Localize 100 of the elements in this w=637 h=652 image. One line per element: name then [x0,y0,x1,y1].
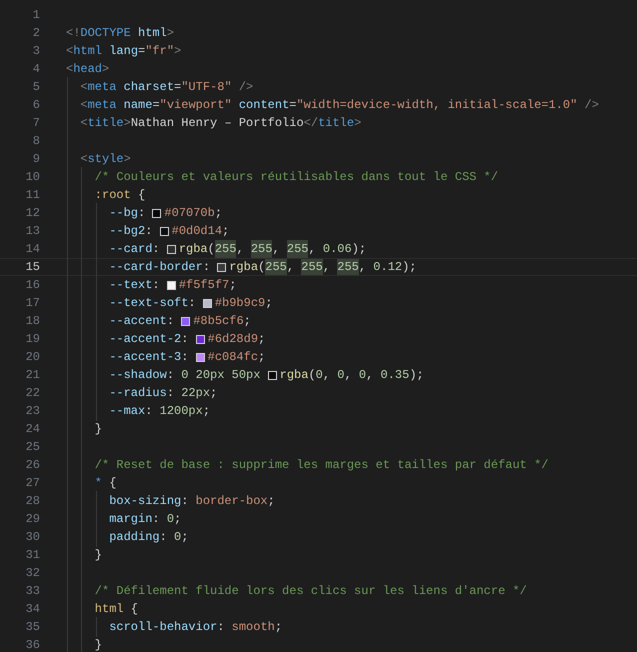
code-punctuation: /> [238,79,254,96]
code-keyword: DOCTYPE [80,25,131,42]
line-number: 18 [24,313,40,330]
code-punctuation: < [79,79,88,96]
code-number: 22px [181,385,210,402]
code-keyword: title [88,115,124,132]
code-number: 255 [301,259,323,275]
code-number: 255 [265,259,287,275]
code-text: : [145,403,154,420]
code-function: rgba [280,367,308,384]
code-property: --bg [108,205,138,222]
code-property: margin [108,511,152,528]
code-text: ( [258,259,266,275]
code-property: padding [108,529,160,546]
line-number: 7 [32,115,40,132]
line-number: 28 [24,493,40,510]
code-text: ( [308,367,316,384]
line-number: 6 [32,97,40,114]
code-text: } [94,547,102,564]
code-text: ; [210,385,218,402]
code-property: --text-soft [108,295,188,312]
code-number: 0.35 [380,367,410,384]
code-text: : [160,529,168,546]
code-property: --radius [108,385,167,402]
line-number: 15 [24,259,40,275]
code-number: 255 [214,240,236,258]
code-attribute: charset [122,79,174,96]
code-number: 255 [250,240,272,258]
code-string: #0d0d14 [172,223,222,240]
code-text: ; [222,223,230,240]
code-text: ; [244,313,251,330]
code-number: 0 20px 50px [181,367,262,384]
line-number: 13 [24,223,40,240]
code-text: : [138,205,146,222]
code-text: , [366,367,374,384]
code-number: 0 [337,367,344,384]
code-string: #8b5cf6 [193,313,244,330]
code-string: "viewport" [160,97,232,114]
code-text: , [308,241,317,258]
code-text: Nathan Henry – Portfolio [130,115,304,132]
line-number: 3 [32,43,40,60]
code-string: #f5f5f7 [178,277,230,294]
code-number: 0 [316,367,323,384]
code-attribute: lang [108,43,138,60]
code-text: , [358,259,368,275]
color-swatch-icon[interactable] [202,298,212,308]
color-swatch-icon[interactable] [217,262,226,272]
line-number: 30 [24,529,40,546]
code-text: ; [268,493,275,510]
line-number: 16 [24,277,40,294]
line-number: 1 [32,7,40,24]
code-keyword: html [73,43,102,60]
code-number: 0.12 [373,259,402,275]
code-property: --max [108,403,146,420]
line-number: 22 [24,385,40,402]
color-swatch-icon[interactable] [160,226,169,236]
code-text: = [152,97,160,114]
code-text: : [188,295,197,312]
code-text: : [152,241,161,258]
code-string: "width=device-width, initial-scale=1.0" [296,97,578,114]
code-text: ; [265,295,272,312]
code-text: : [181,493,190,510]
code-text: , [344,367,353,384]
code-text: { [137,187,146,204]
code-text: = [138,43,146,60]
line-number: 4 [32,61,40,78]
code-text: ); [402,259,417,275]
line-number: 34 [24,601,40,618]
line-number: 25 [24,439,40,456]
code-text: : [181,331,190,348]
code-text: ); [352,241,366,258]
line-number: 8 [32,133,40,150]
line-number: 23 [24,403,40,420]
color-swatch-icon[interactable] [166,280,176,290]
color-swatch-icon[interactable] [152,208,162,218]
code-keyword: meta [88,97,116,114]
code-string: border-box [196,493,268,510]
code-punctuation: < [79,151,88,168]
code-string: #07070b [164,205,215,222]
color-swatch-icon[interactable] [268,370,277,380]
code-string: #6d28d9 [208,331,258,348]
color-swatch-icon[interactable] [181,316,190,326]
code-string: "fr" [145,43,174,60]
line-number: 14 [24,241,40,258]
color-swatch-icon[interactable] [196,352,205,362]
line-number: 10 [24,169,40,186]
code-text: ; [258,349,266,366]
code-property: --shadow [108,367,167,384]
code-text: ; [174,511,182,528]
color-swatch-icon[interactable] [196,334,205,344]
code-punctuation: < [66,43,74,60]
code-text: : [166,367,176,384]
code-text: ); [409,367,424,384]
line-number: 33 [24,583,40,600]
code-number: 255 [286,240,308,258]
code-punctuation: > [166,25,174,42]
line-number: 36 [24,637,40,652]
code-text: : [152,511,161,528]
color-swatch-icon[interactable] [166,244,176,254]
line-number: 21 [24,367,40,384]
